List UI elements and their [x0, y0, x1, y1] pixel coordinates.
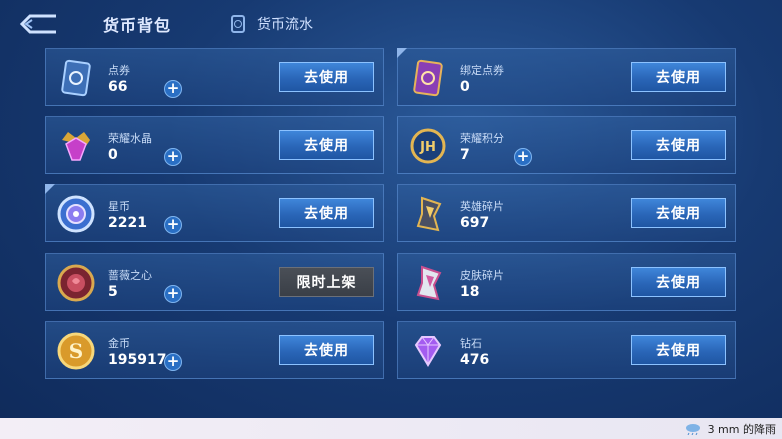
- use-glory-points-button[interactable]: 去使用: [631, 130, 726, 160]
- currency-card-rose-heart: 蔷薇之心 5 + 限时上架: [45, 253, 384, 311]
- add-star-coin-button[interactable]: +: [164, 216, 182, 234]
- currency-name: 英雄碎片: [460, 200, 504, 213]
- currency-name: 荣耀水晶: [108, 132, 152, 145]
- weather-text: 3 mm 的降雨: [707, 423, 776, 436]
- currency-card-star-coin: 星币 2221 + 去使用: [45, 184, 384, 242]
- currency-amount: 476: [460, 352, 490, 368]
- top-bar: 货币背包 货币流水: [0, 0, 782, 46]
- currency-name: 星币: [108, 200, 130, 213]
- currency-amount: 5: [108, 284, 118, 300]
- svg-text:JH: JH: [419, 140, 436, 155]
- add-ticket-button[interactable]: +: [164, 80, 182, 98]
- currency-card-glory-points: JH 荣耀积分 7 + 去使用: [397, 116, 736, 174]
- currency-card-gold-coin: S 金币 195917 + 去使用: [45, 321, 384, 379]
- currency-name: 钻石: [460, 337, 482, 350]
- currency-amount: 697: [460, 215, 490, 231]
- ticket-icon: [61, 59, 91, 97]
- svg-text:S: S: [69, 339, 83, 363]
- skin-fragment-icon: [416, 265, 442, 301]
- currency-card-glory-crystal: 荣耀水晶 0 + 去使用: [45, 116, 384, 174]
- weather-widget[interactable]: 3 mm 的降雨: [684, 421, 776, 437]
- use-diamond-button[interactable]: 去使用: [631, 335, 726, 365]
- rose-heart-icon: [57, 264, 95, 302]
- currency-card-hero-fragment: 英雄碎片 697 去使用: [397, 184, 736, 242]
- currency-name: 荣耀积分: [460, 132, 504, 145]
- rain-cloud-icon: [685, 424, 700, 435]
- currency-amount: 18: [460, 284, 480, 300]
- star-coin-icon: [57, 195, 95, 233]
- currency-amount: 195917: [108, 352, 167, 368]
- currency-name: 点券: [108, 64, 130, 77]
- use-skin-fragment-button[interactable]: 去使用: [631, 267, 726, 297]
- currency-amount: 0: [108, 147, 118, 163]
- add-rose-heart-button[interactable]: +: [164, 285, 182, 303]
- currency-name: 金币: [108, 337, 130, 350]
- currency-amount: 2221: [108, 215, 147, 231]
- currency-name: 皮肤碎片: [460, 269, 504, 282]
- diamond-icon: [414, 336, 442, 367]
- glory-points-icon: JH: [410, 128, 446, 164]
- currency-name: 蔷薇之心: [108, 269, 152, 282]
- currency-card-ticket: 点券 66 + 去使用: [45, 48, 384, 106]
- currency-name: 绑定点券: [460, 64, 504, 77]
- use-glory-crystal-button[interactable]: 去使用: [279, 130, 374, 160]
- taskbar: 3 mm 的降雨: [0, 418, 782, 439]
- use-gold-coin-button[interactable]: 去使用: [279, 335, 374, 365]
- currency-flow-label: 货币流水: [257, 17, 313, 33]
- add-gold-coin-button[interactable]: +: [164, 353, 182, 371]
- gold-coin-icon: S: [57, 332, 95, 370]
- use-ticket-button[interactable]: 去使用: [279, 62, 374, 92]
- back-arrow-icon[interactable]: [18, 12, 60, 36]
- ledger-icon: [231, 15, 245, 33]
- currency-amount: 66: [108, 79, 128, 95]
- limited-time-button[interactable]: 限时上架: [279, 267, 374, 297]
- bound-mark-icon: [397, 48, 407, 58]
- currency-flow-button[interactable]: 货币流水: [231, 13, 313, 35]
- currency-card-bound-ticket: 绑定点券 0 去使用: [397, 48, 736, 106]
- use-star-coin-button[interactable]: 去使用: [279, 198, 374, 228]
- bound-ticket-icon: [413, 59, 443, 97]
- glory-crystal-icon: [62, 132, 90, 161]
- currency-amount: 0: [460, 79, 470, 95]
- currency-card-skin-fragment: 皮肤碎片 18 去使用: [397, 253, 736, 311]
- page-title: 货币背包: [103, 16, 172, 35]
- currency-card-diamond: 钻石 476 去使用: [397, 321, 736, 379]
- bound-mark-icon: [45, 184, 55, 194]
- use-hero-fragment-button[interactable]: 去使用: [631, 198, 726, 228]
- currency-amount: 7: [460, 147, 470, 163]
- add-glory-crystal-button[interactable]: +: [164, 148, 182, 166]
- add-glory-points-button[interactable]: +: [514, 148, 532, 166]
- hero-fragment-icon: [416, 196, 442, 232]
- use-bound-ticket-button[interactable]: 去使用: [631, 62, 726, 92]
